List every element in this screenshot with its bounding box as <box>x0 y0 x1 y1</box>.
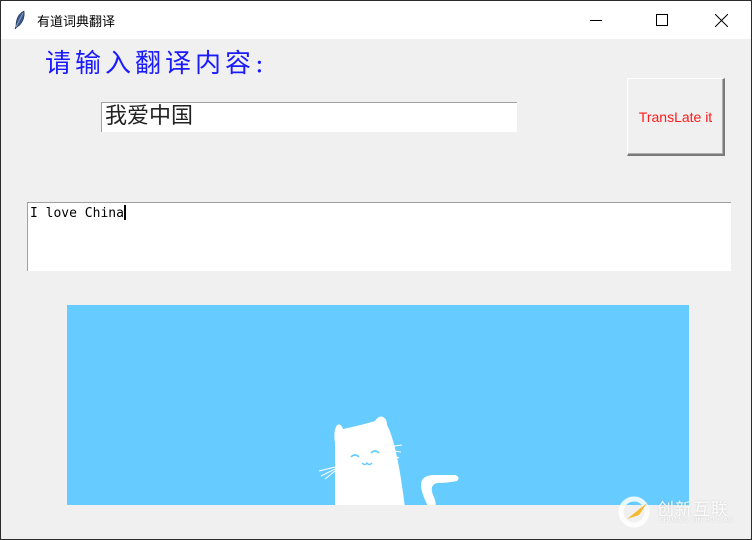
prompt-label: 请输入翻译内容: <box>45 49 268 79</box>
translate-button[interactable]: TransLate it <box>627 78 725 156</box>
banner-image <box>67 305 689 505</box>
maximize-icon <box>656 14 668 26</box>
output-text: I love China <box>30 206 124 221</box>
translation-output[interactable]: I love China <box>27 202 731 271</box>
watermark-subtext: CHUANG XIN HU LIAN <box>659 517 734 524</box>
minimize-icon <box>590 14 602 26</box>
source-text-input[interactable]: 我爱中国 <box>101 102 517 132</box>
title-bar[interactable]: 有道词典翻译 <box>1 1 751 39</box>
maximize-button[interactable] <box>639 1 685 39</box>
app-window: 有道词典翻译 请输入翻译内容: 我爱中国 TransLate it I love… <box>0 0 752 540</box>
translate-button-label: TransLate it <box>638 108 713 125</box>
cat-illustration-icon <box>318 416 459 505</box>
feather-icon <box>13 10 27 30</box>
logo-icon <box>618 496 650 528</box>
minimize-button[interactable] <box>573 1 619 39</box>
close-button[interactable] <box>698 1 744 39</box>
close-icon <box>714 13 728 27</box>
watermark: 创新互联 CHUANG XIN HU LIAN <box>613 491 752 535</box>
text-cursor <box>123 205 126 220</box>
window-title: 有道词典翻译 <box>37 15 116 30</box>
